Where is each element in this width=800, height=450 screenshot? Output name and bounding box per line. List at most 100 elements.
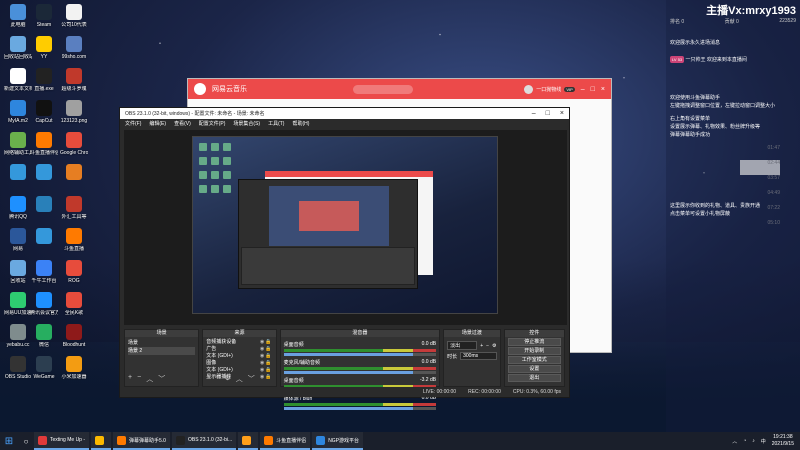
chevron-up-icon[interactable]: ︿: [732, 438, 737, 445]
clock[interactable]: 19:21:38 2021/9/15: [772, 434, 794, 448]
desktop-icon[interactable]: ROG: [60, 260, 88, 284]
eye-lock-icon[interactable]: ◉🔒: [260, 374, 273, 381]
desktop-icon[interactable]: [30, 164, 58, 182]
scene-item[interactable]: 场景: [128, 339, 195, 347]
desktop-icon[interactable]: [30, 196, 58, 214]
danmaku-overlay[interactable]: 主播Vx:mrxy1993 排名 0 贡献 0 223529 欢迎展示永久进场消…: [666, 0, 800, 432]
desktop-icon[interactable]: 回收站: [4, 260, 32, 284]
obs-preview[interactable]: [124, 130, 567, 325]
eye-lock-icon[interactable]: ◉🔒: [260, 339, 273, 346]
netease-user[interactable]: 一口抛物线 VIP: [524, 84, 575, 94]
eye-lock-icon[interactable]: ◉🔒: [260, 353, 273, 360]
remove-icon[interactable]: −: [486, 343, 489, 349]
volume-icon[interactable]: ♪: [752, 438, 755, 444]
minimize-icon[interactable]: –: [581, 86, 585, 93]
add-icon[interactable]: +: [128, 374, 132, 384]
remove-icon[interactable]: −: [215, 374, 219, 384]
netease-search-input[interactable]: [353, 84, 413, 94]
taskbar-app[interactable]: Texting Me Up -: [34, 432, 90, 450]
desktop-icon[interactable]: WeGame: [30, 356, 58, 380]
desktop-icon[interactable]: 超级斗罗魂: [60, 68, 88, 92]
taskbar-app[interactable]: 弹幕弹幕助手5.0: [113, 432, 170, 450]
desktop-icon[interactable]: 腾讯QQ: [4, 196, 32, 220]
desktop-icon[interactable]: 网易: [4, 228, 32, 252]
desktop-icon[interactable]: 外汇工具等: [60, 196, 88, 220]
desktop-icon[interactable]: 全民K歌: [60, 292, 88, 316]
gear-icon[interactable]: ⚙: [224, 374, 230, 384]
desktop-icon[interactable]: 直播.exe: [30, 68, 58, 92]
desktop-icon[interactable]: Steam: [30, 4, 58, 28]
chevron-up-icon[interactable]: ︿: [146, 374, 153, 384]
desktop-icon[interactable]: Google Chrome: [60, 132, 88, 156]
desktop-icon[interactable]: [4, 164, 32, 182]
close-icon[interactable]: ×: [560, 110, 564, 117]
desktop-icon[interactable]: 斗鱼直播: [60, 228, 88, 252]
menu-item[interactable]: 文件(F): [125, 120, 141, 127]
source-item[interactable]: 文本 (GDI+) ◉🔒: [206, 367, 272, 374]
add-icon[interactable]: +: [206, 374, 210, 384]
taskbar-app[interactable]: OBS 23.1.0 (32-bi...: [171, 432, 237, 450]
taskbar-app[interactable]: 斗鱼直播伴侣: [260, 432, 311, 450]
volume-slider[interactable]: [283, 407, 437, 410]
eye-lock-icon[interactable]: ◉🔒: [260, 367, 273, 374]
menu-item[interactable]: 查看(V): [174, 120, 191, 127]
menu-item[interactable]: 配置文件(P): [199, 120, 226, 127]
menu-item[interactable]: 帮助(H): [292, 120, 309, 127]
volume-slider[interactable]: [283, 353, 437, 356]
control-button[interactable]: 退出: [507, 374, 561, 382]
desktop-icon[interactable]: 此电脑: [4, 4, 32, 28]
desktop-icon[interactable]: 公司10代表: [60, 4, 88, 28]
desktop-icon[interactable]: 99sho.com: [60, 36, 88, 60]
gear-icon[interactable]: ⚙: [492, 343, 496, 349]
desktop-icon[interactable]: Bloodhunt: [60, 324, 88, 348]
control-button[interactable]: 设置: [507, 365, 561, 373]
volume-slider[interactable]: [283, 371, 437, 374]
minimize-icon[interactable]: –: [532, 110, 536, 117]
transition-select[interactable]: 淡出: [447, 341, 478, 350]
source-item[interactable]: 音频捕获设备 ◉🔒: [206, 339, 272, 346]
obs-window[interactable]: OBS 23.1.0 (32-bit, windows) - 配置文件: 未命名…: [119, 107, 570, 410]
windows-icon[interactable]: ⊞: [0, 436, 18, 447]
remove-icon[interactable]: −: [137, 374, 141, 384]
control-button[interactable]: 开始录制: [507, 347, 561, 355]
duration-input[interactable]: 300ms: [460, 352, 497, 360]
chevron-down-icon[interactable]: ﹀: [248, 374, 255, 384]
desktop-icon[interactable]: 网络辅助工具: [4, 132, 32, 156]
network-icon[interactable]: ◔: [743, 438, 746, 444]
source-item[interactable]: 文本 (GDI+) ◉🔒: [206, 353, 272, 360]
taskbar-app[interactable]: [238, 432, 259, 450]
chevron-down-icon[interactable]: ﹀: [158, 374, 165, 384]
desktop-icon[interactable]: yebabu.cc: [4, 324, 32, 348]
add-icon[interactable]: +: [480, 343, 483, 349]
desktop-icon[interactable]: 微信: [30, 324, 58, 348]
desktop-icon[interactable]: 腾讯会议官方: [30, 292, 58, 316]
desktop-icon[interactable]: 123123.png: [60, 100, 88, 124]
maximize-icon[interactable]: □: [546, 110, 550, 117]
desktop-icon[interactable]: [60, 164, 88, 182]
maximize-icon[interactable]: □: [591, 86, 595, 93]
eye-lock-icon[interactable]: ◉🔒: [260, 346, 273, 353]
scene-item[interactable]: 场景 2: [128, 347, 196, 355]
source-item[interactable]: 广告 ◉🔒: [206, 346, 272, 353]
control-button[interactable]: 停止推流: [507, 338, 561, 346]
desktop-icon[interactable]: [30, 228, 58, 246]
close-icon[interactable]: ×: [601, 86, 605, 93]
taskbar-app[interactable]: NGP游戏平台: [312, 432, 364, 450]
ime-icon[interactable]: 中: [761, 438, 766, 445]
menu-item[interactable]: 编辑(E): [149, 120, 166, 127]
desktop-icon[interactable]: OBS Studio: [4, 356, 32, 380]
chevron-up-icon[interactable]: ︿: [236, 374, 243, 384]
menu-item[interactable]: 工具(T): [268, 120, 284, 127]
desktop-icon[interactable]: 斗鱼直播伴侣: [30, 132, 58, 156]
avatar[interactable]: [524, 84, 534, 94]
menu-item[interactable]: 场景集合(S): [233, 120, 260, 127]
taskbar-app[interactable]: [91, 432, 112, 450]
desktop-icon[interactable]: 新建文本文档.txt: [4, 68, 32, 92]
search-icon[interactable]: ○: [18, 437, 34, 446]
desktop-icon[interactable]: 网易UU加速器: [4, 292, 32, 316]
desktop-icon[interactable]: CapCut: [30, 100, 58, 124]
desktop-icon[interactable]: YY: [30, 36, 58, 60]
control-button[interactable]: 工作室模式: [507, 356, 561, 364]
desktop-icon[interactable]: 回收站回收站: [4, 36, 32, 60]
desktop-icon[interactable]: 小米加速器: [60, 356, 88, 380]
